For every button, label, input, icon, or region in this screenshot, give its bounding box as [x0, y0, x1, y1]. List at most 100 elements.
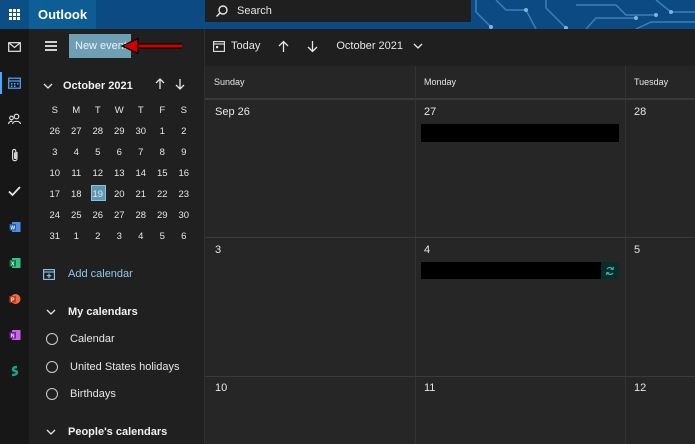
mini-calendar-day[interactable]: 5 — [152, 231, 174, 242]
my-calendars-section[interactable]: My calendars — [46, 306, 138, 318]
mini-calendar-day[interactable]: 26 — [87, 210, 109, 221]
mini-calendar-day[interactable]: 3 — [109, 231, 131, 242]
mini-calendar-day[interactable]: 8 — [152, 147, 174, 158]
calendar-item[interactable]: Calendar — [46, 333, 115, 345]
excel-app-button[interactable]: X — [0, 252, 29, 274]
weekday-header: T — [94, 105, 101, 116]
mini-calendar-day[interactable]: 7 — [130, 147, 152, 158]
mini-calendar-day[interactable]: 26 — [44, 126, 66, 137]
mini-calendar-day[interactable]: 2 — [173, 126, 195, 137]
mini-calendar-day[interactable]: 28 — [130, 210, 152, 221]
weekday-header: M — [72, 105, 81, 116]
mini-calendar-week: 17 18 19 20 21 22 23 — [44, 184, 196, 205]
mini-calendar-day[interactable]: 21 — [130, 189, 152, 200]
day-cell-12[interactable]: 12 — [634, 382, 646, 394]
day-cell-27[interactable]: 27 — [424, 106, 436, 118]
day-cell-4[interactable]: 4 — [424, 244, 430, 256]
day-cell-sep26[interactable]: Sep 26 — [215, 106, 250, 118]
onenote-app-button[interactable]: N — [0, 324, 29, 346]
add-calendar-button[interactable]: Add calendar — [43, 268, 133, 280]
calendar-item[interactable]: Birthdays — [46, 388, 116, 400]
today-button[interactable]: Today — [213, 40, 260, 52]
mini-calendar-day[interactable]: 4 — [66, 147, 88, 158]
mini-calendar-day[interactable]: 10 — [44, 168, 66, 179]
mini-calendar-day[interactable]: 22 — [152, 189, 174, 200]
day-cell-10[interactable]: 10 — [215, 382, 227, 394]
row-divider — [205, 237, 695, 238]
recurring-event-marker[interactable] — [601, 262, 619, 279]
arrow-up-icon[interactable] — [155, 78, 165, 90]
mini-calendar-day[interactable]: 11 — [66, 168, 88, 179]
day-cell-11[interactable]: 11 — [424, 382, 435, 394]
calendar-item-label: United States holidays — [70, 361, 180, 373]
search-input[interactable]: Search — [237, 5, 272, 17]
mini-calendar-day[interactable]: 6 — [109, 147, 131, 158]
recurring-event-bar-redacted[interactable] — [421, 262, 601, 279]
calendar-pane: New event October 2021 S M T W T F S 26 27 28 29 30… — [29, 29, 205, 444]
mini-calendar-day[interactable]: 5 — [87, 147, 109, 158]
mini-calendar-day[interactable]: 1 — [66, 231, 88, 242]
next-month-arrow-down-icon[interactable] — [307, 40, 318, 53]
mini-calendar-day[interactable]: 18 — [66, 189, 88, 200]
month-selector[interactable]: October 2021 — [336, 40, 403, 52]
day-cell-5[interactable]: 5 — [634, 244, 640, 256]
arrow-down-icon[interactable] — [175, 78, 185, 90]
mini-calendar-day[interactable]: 23 — [173, 189, 195, 200]
mini-calendar-day[interactable]: 6 — [173, 231, 195, 242]
mini-calendar-day[interactable]: 16 — [173, 168, 195, 179]
chevron-down-icon — [46, 309, 56, 315]
previous-month-arrow-up-icon[interactable] — [278, 40, 289, 53]
event-bar-redacted[interactable] — [421, 124, 619, 142]
mini-calendar-day[interactable]: 13 — [109, 168, 131, 179]
peoples-calendars-section[interactable]: People's calendars — [46, 426, 167, 438]
app-name[interactable]: Outlook — [38, 7, 87, 22]
mini-calendar-day[interactable]: 9 — [173, 147, 195, 158]
word-app-button[interactable]: W — [0, 216, 29, 238]
calendar-item[interactable]: United States holidays — [46, 361, 179, 373]
mini-calendar-day[interactable]: 3 — [44, 147, 66, 158]
column-divider — [625, 66, 626, 444]
calendar-toggle-circle[interactable] — [46, 333, 58, 345]
day-cell-3[interactable]: 3 — [215, 244, 221, 256]
hamburger-menu-button[interactable] — [45, 41, 57, 51]
chevron-down-icon[interactable] — [43, 83, 53, 89]
mini-calendar-title[interactable]: October 2021 — [63, 80, 133, 92]
sway-app-button[interactable] — [0, 360, 29, 382]
mini-calendar-day[interactable]: 27 — [66, 126, 88, 137]
mail-nav-button[interactable] — [0, 36, 29, 58]
calendar-item-label: Birthdays — [70, 388, 116, 400]
mini-calendar-day[interactable]: 30 — [173, 210, 195, 221]
todo-nav-button[interactable] — [0, 180, 29, 202]
mini-calendar-day[interactable]: 28 — [87, 126, 109, 137]
chevron-down-icon[interactable] — [413, 43, 423, 49]
mini-calendar-day[interactable]: 19 — [87, 185, 109, 201]
mini-calendar-day[interactable]: 25 — [66, 210, 88, 221]
mini-calendar-day[interactable]: 31 — [44, 231, 66, 242]
recurring-icon — [605, 266, 615, 275]
calendar-nav-button[interactable] — [0, 72, 29, 94]
people-nav-button[interactable] — [0, 108, 29, 130]
mini-calendar-day[interactable]: 24 — [44, 210, 66, 221]
calendar-item-label: Calendar — [70, 333, 115, 345]
day-cell-28[interactable]: 28 — [634, 106, 646, 118]
red-arrow-annotation — [120, 37, 182, 55]
mini-calendar-day[interactable]: 20 — [109, 189, 131, 200]
mini-calendar-day[interactable]: 15 — [152, 168, 174, 179]
mini-calendar-week: 3456789 — [44, 142, 196, 163]
mini-calendar-day[interactable]: 27 — [109, 210, 131, 221]
calendar-toggle-circle[interactable] — [46, 388, 58, 400]
mini-calendar-day[interactable]: 1 — [152, 126, 174, 137]
mini-calendar-day[interactable]: 14 — [130, 168, 152, 179]
mini-calendar-day[interactable]: 2 — [87, 231, 109, 242]
mini-calendar-day[interactable]: 30 — [130, 126, 152, 137]
search-box[interactable]: Search — [205, 0, 471, 22]
mini-calendar-day[interactable]: 12 — [87, 168, 109, 179]
mini-calendar-day[interactable]: 4 — [130, 231, 152, 242]
calendar-toggle-circle[interactable] — [46, 361, 58, 373]
mini-calendar-day[interactable]: 17 — [44, 189, 66, 200]
powerpoint-app-button[interactable]: P — [0, 288, 29, 310]
mini-calendar-day[interactable]: 29 — [109, 126, 131, 137]
mini-calendar-day[interactable]: 29 — [152, 210, 174, 221]
app-launcher-button[interactable] — [0, 0, 29, 29]
files-nav-button[interactable] — [0, 144, 29, 166]
